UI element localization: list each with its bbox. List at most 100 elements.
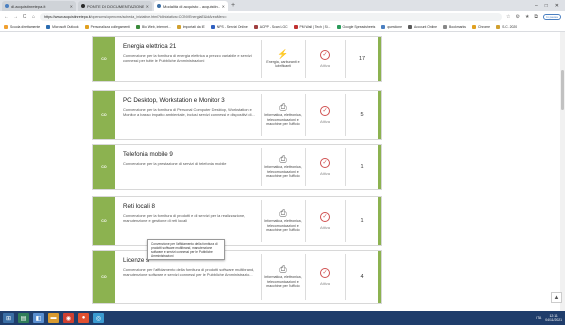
bookmark-favicon-icon bbox=[472, 24, 476, 29]
browser-tab-1[interactable]: dl.acquistinretepa.it ✕ bbox=[2, 1, 76, 11]
card-type-badge: CO bbox=[93, 197, 115, 245]
card-divider bbox=[305, 200, 306, 242]
extension-star-icon[interactable]: ★ bbox=[525, 14, 529, 20]
bookmark-favicon-icon bbox=[84, 24, 89, 29]
profile-button[interactable]: In pausa bbox=[543, 13, 561, 20]
bookmark-item[interactable]: PM Wall | Tech | Si... bbox=[293, 24, 331, 29]
browser-tab-strip: dl.acquistinretepa.it ✕ PONTE DI DOCUMEN… bbox=[0, 0, 565, 11]
bookmark-item[interactable]: Bio Web, internet... bbox=[135, 24, 171, 29]
card-title[interactable]: Telefonia mobile 9 bbox=[123, 151, 173, 158]
url-input[interactable]: https://www.acquistinretepa.it /opencms/… bbox=[40, 12, 502, 21]
bookmark-favicon-icon bbox=[381, 24, 386, 29]
extensions-icon[interactable]: ⧉ bbox=[534, 14, 538, 20]
card-divider bbox=[345, 254, 346, 300]
bookmark-item[interactable]: Chrome bbox=[472, 24, 490, 29]
card-category-label: Informatica, elettronica, telecomunicazi… bbox=[264, 275, 302, 289]
convention-card[interactable]: CO Reti locali 8 Convenzione per la fornit… bbox=[92, 196, 382, 246]
card-category-label: Informatica, elettronica, telecomunicazi… bbox=[264, 219, 302, 233]
bookmark-label: Scuola direttamente bbox=[10, 24, 41, 29]
minimize-button[interactable]: – bbox=[535, 3, 538, 9]
card-accent-bar bbox=[378, 145, 381, 189]
tab-close-icon[interactable]: ✕ bbox=[70, 4, 73, 9]
bookmark-item[interactable]: Bookmarks bbox=[443, 24, 466, 29]
browser-tab-3[interactable]: Modalità di acquisto - acquistin... ✕ bbox=[154, 1, 228, 11]
taskbar-app-icon[interactable]: ● bbox=[78, 313, 89, 323]
card-count: 17 bbox=[358, 56, 366, 62]
card-title[interactable]: Reti locali 8 bbox=[123, 203, 155, 210]
settings-gear-icon[interactable]: ⚙ bbox=[515, 14, 519, 20]
tab-favicon-icon bbox=[81, 4, 85, 8]
bookmark-item[interactable]: Personalizza collegamenti bbox=[84, 24, 130, 29]
card-description: Convenzione per l'affidamento della forn… bbox=[123, 267, 255, 277]
language-indicator[interactable]: ITA bbox=[536, 316, 541, 320]
tab-close-icon[interactable]: ✕ bbox=[222, 4, 225, 9]
maximize-button[interactable]: □ bbox=[545, 3, 548, 9]
tab-label: Modalità di acquisto - acquistin... bbox=[163, 3, 220, 9]
taskbar-app-icon[interactable]: ◎ bbox=[93, 313, 104, 323]
bookmark-label: Microsoft Outlook bbox=[52, 24, 79, 29]
printer-icon: ⎙ bbox=[279, 208, 287, 219]
card-category: ⚡ Energia, carburanti e lubrificanti bbox=[263, 37, 303, 81]
close-window-button[interactable]: ✕ bbox=[555, 3, 559, 9]
convention-card[interactable]: CO Energia elettrica 21 Convenzione per la… bbox=[92, 36, 382, 82]
bookmark-item[interactable]: questione bbox=[381, 24, 402, 29]
browser-tab-2[interactable]: PONTE DI DOCUMENTAZIONE ✕ bbox=[78, 1, 152, 11]
tab-favicon-icon bbox=[5, 4, 9, 8]
card-count: 1 bbox=[360, 164, 364, 170]
card-type-badge: CO bbox=[93, 251, 115, 303]
bookmark-item[interactable]: Scuola direttamente bbox=[4, 24, 41, 29]
card-status: ✓ Attiva bbox=[307, 91, 343, 139]
card-status: ✓ Attiva bbox=[307, 37, 343, 81]
bookmark-favicon-icon bbox=[135, 24, 140, 29]
card-type-badge: CO bbox=[93, 91, 115, 139]
convention-card[interactable]: CO Telefonia mobile 9 Convenzione per la p… bbox=[92, 144, 382, 190]
bookmark-favicon-icon bbox=[46, 24, 51, 29]
card-title[interactable]: PC Desktop, Workstation e Monitor 3 bbox=[123, 97, 225, 104]
tab-close-icon[interactable]: ✕ bbox=[146, 4, 149, 9]
card-divider bbox=[305, 254, 306, 300]
new-tab-button[interactable]: + bbox=[231, 1, 235, 11]
card-accent-bar bbox=[378, 197, 381, 245]
bookmark-item[interactable]: Microsoft Outlook bbox=[46, 24, 79, 29]
card-status: ✓ Attiva bbox=[307, 251, 343, 303]
forward-arrow-icon[interactable]: → bbox=[13, 14, 18, 20]
card-divider bbox=[261, 94, 262, 136]
reload-icon[interactable]: C bbox=[22, 14, 27, 20]
bookmark-item[interactable]: Account Online bbox=[408, 24, 437, 29]
bookmark-star-icon[interactable]: ☆ bbox=[506, 14, 510, 20]
check-circle-icon: ✓ bbox=[320, 268, 330, 278]
card-status: ✓ Attiva bbox=[307, 145, 343, 189]
window-controls: – □ ✕ bbox=[535, 3, 565, 9]
back-arrow-icon[interactable]: ← bbox=[4, 14, 9, 20]
bookmark-item[interactable]: Importati da IE bbox=[176, 24, 205, 29]
taskbar-app-icon[interactable]: ▬ bbox=[48, 313, 59, 323]
bookmark-label: Personalizza collegamenti bbox=[90, 24, 130, 29]
tab-label: dl.acquistinretepa.it bbox=[11, 3, 46, 9]
card-divider bbox=[345, 200, 346, 242]
card-count: 4 bbox=[360, 274, 364, 280]
card-category-label: Energia, carburanti e lubrificanti bbox=[266, 59, 300, 69]
bookmark-favicon-icon bbox=[336, 24, 341, 29]
bookmark-item[interactable]: S.C. 2020 bbox=[496, 24, 517, 29]
bookmark-favicon-icon bbox=[176, 24, 181, 29]
bookmark-favicon-icon bbox=[253, 24, 258, 29]
bookmark-item[interactable]: Google Spreadsheets bbox=[336, 24, 375, 29]
card-title[interactable]: Energia elettrica 21 bbox=[123, 43, 176, 50]
taskbar-app-icon[interactable]: ⊞ bbox=[3, 313, 14, 323]
taskbar-app-icon[interactable]: ◉ bbox=[63, 313, 74, 323]
card-category-label: Informatica, elettronica, telecomunicazi… bbox=[264, 165, 302, 179]
check-circle-icon: ✓ bbox=[320, 212, 330, 222]
home-icon[interactable]: ⌂ bbox=[31, 14, 36, 20]
bookmark-item[interactable]: NPS - Servizi Online bbox=[210, 24, 248, 29]
convention-card[interactable]: CO PC Desktop, Workstation e Monitor 3 Con… bbox=[92, 90, 382, 140]
taskbar-app-icon[interactable]: ◧ bbox=[33, 313, 44, 323]
bookmark-item[interactable]: ACPP - Scan LGC bbox=[253, 24, 288, 29]
convention-card[interactable]: CO Licenze s Convenzione per l'affidamento… bbox=[92, 250, 382, 304]
scroll-to-top-button[interactable]: ▲ bbox=[551, 292, 562, 303]
electric-tower-icon: ⚡ bbox=[277, 48, 289, 59]
taskbar-app-icon[interactable]: ▤ bbox=[18, 313, 29, 323]
card-title[interactable]: Licenze s bbox=[123, 257, 149, 264]
taskbar-clock[interactable]: 12:11 04/11/2021 bbox=[545, 314, 562, 322]
scrollbar-thumb[interactable] bbox=[561, 70, 564, 110]
bookmarks-bar: Scuola direttamente Microsoft Outlook Pers… bbox=[0, 22, 565, 32]
